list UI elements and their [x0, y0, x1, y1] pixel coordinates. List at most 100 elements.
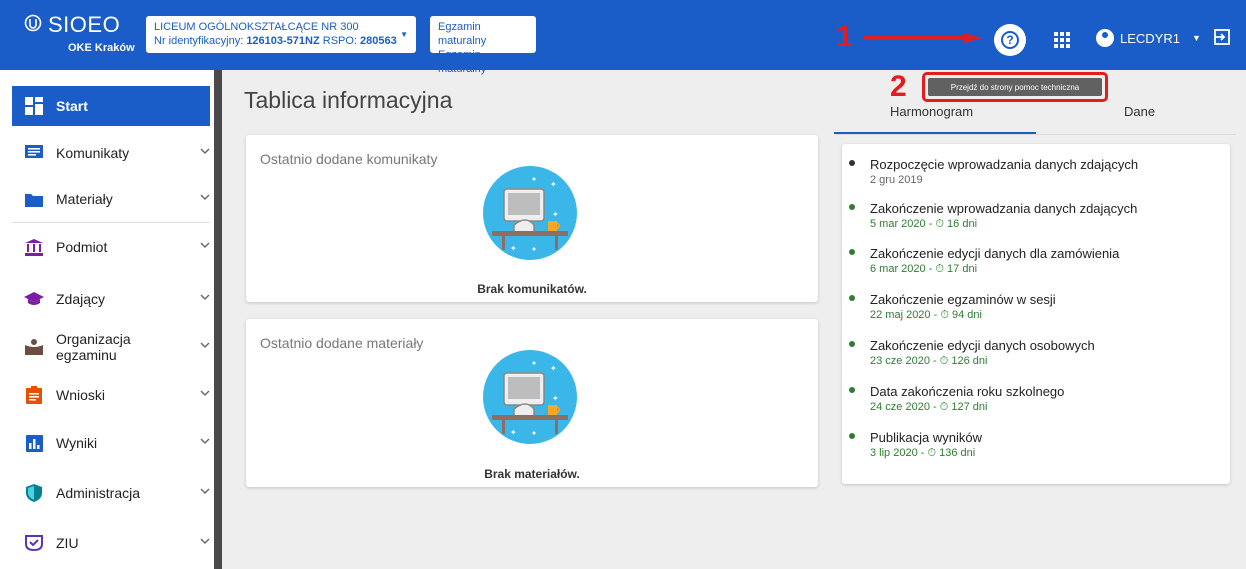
event-date: 3 lip 2020 - ⏱ 136 dni	[870, 447, 976, 459]
graduation-cap-icon	[24, 289, 44, 309]
svg-text:✦: ✦	[510, 428, 517, 437]
schedule-tabs: Harmonogram Dane	[834, 96, 1236, 136]
sidebar-item-label: Wnioski	[56, 387, 106, 403]
schedule-event: Zakończenie edycji danych dla zamówienia…	[849, 245, 1220, 277]
event-title: Data zakończenia roku szkolnego	[870, 384, 1065, 399]
user-menu[interactable]: LECDYR1 ▼	[1096, 29, 1201, 47]
exam-line2: Egzamin maturalny	[438, 49, 487, 75]
chart-icon	[24, 433, 44, 453]
svg-text:✦: ✦	[510, 244, 517, 253]
sidebar-item-podmiot[interactable]: Podmiot	[12, 224, 210, 270]
event-date: 24 cze 2020 - ⏱ 127 dni	[870, 401, 988, 413]
annotation-arrow	[864, 33, 982, 43]
sidebar-item-komunikaty[interactable]: Komunikaty	[12, 130, 210, 176]
event-date: 23 cze 2020 - ⏱ 126 dni	[870, 355, 988, 367]
tab-dane[interactable]: Dane	[1124, 104, 1155, 119]
status-dot	[849, 433, 855, 439]
event-title: Zakończenie egzaminów w sesji	[870, 292, 1056, 307]
message-icon	[24, 143, 44, 163]
dashboard-icon	[24, 96, 44, 116]
help-tooltip: Przejdź do strony pomoc techniczna	[928, 78, 1102, 96]
logout-button[interactable]	[1213, 28, 1231, 51]
chevron-down-icon	[200, 194, 210, 200]
sidebar-item-start[interactable]: Start	[12, 86, 210, 126]
status-dot	[849, 387, 855, 393]
chevron-down-icon	[200, 242, 210, 248]
apps-grid-icon[interactable]	[1054, 32, 1070, 48]
chevron-down-icon	[200, 488, 210, 494]
card-empty-message: Brak materiałów.	[484, 467, 580, 481]
top-bar: SIOEO OKE Kraków LICEUM OGÓLNOKSZTAŁCĄCE…	[0, 0, 1246, 75]
event-title: Zakończenie edycji danych dla zamówienia	[870, 246, 1120, 261]
svg-text:✦: ✦	[552, 210, 559, 219]
chevron-down-icon	[200, 438, 210, 444]
chevron-down-icon	[200, 294, 210, 300]
chevron-down-icon	[200, 390, 210, 396]
page-title: Tablica informacyjna	[244, 87, 453, 113]
institution-icon	[24, 237, 44, 257]
sidebar-item-label: Komunikaty	[56, 145, 130, 161]
sidebar-item-organizacja-egzaminu[interactable]: Organizacja egzaminu	[12, 324, 210, 370]
exam-selector[interactable]: Egzamin maturalny Egzamin maturalny	[430, 16, 536, 75]
sidebar: Start Komunikaty Materiały Podmiot Zdają…	[0, 70, 222, 569]
chevron-down-icon	[200, 538, 210, 544]
messages-card: Ostatnio dodane komunikaty ✦ ✦ ✦ Brak ko…	[246, 135, 818, 302]
school-ids: Nr identyfikacyjny: 126103-571NZ RSPO: 2…	[154, 35, 397, 47]
status-dot	[849, 295, 855, 301]
status-dot	[849, 204, 855, 210]
app-brand: SIOEO	[48, 12, 121, 37]
sidebar-item-label: Start	[56, 98, 88, 114]
card-title: Ostatnio dodane materiały	[260, 335, 424, 351]
sidebar-item-ziu[interactable]: ZIU	[12, 520, 210, 566]
svg-text:✦: ✦	[552, 394, 559, 403]
school-selector[interactable]: LICEUM OGÓLNOKSZTAŁCĄCE NR 300 Nr identy…	[146, 16, 416, 53]
tabs-divider	[834, 134, 1236, 135]
materials-card: Ostatnio dodane materiały ✦ ✦ ✦ Brak mat…	[246, 319, 818, 487]
status-dot	[849, 249, 855, 255]
sidebar-item-zdajacy[interactable]: Zdający	[12, 276, 210, 322]
event-date: 2 gru 2019	[870, 174, 923, 186]
event-title: Rozpoczęcie wprowadzania danych zdającyc…	[870, 157, 1139, 172]
svg-text:✦: ✦	[550, 364, 557, 373]
schedule-event: Zakończenie egzaminów w sesji 22 maj 202…	[849, 291, 1220, 323]
app-brand-sub: OKE Kraków	[68, 42, 135, 54]
empty-desk-illustration: ✦ ✦ ✦	[483, 166, 577, 260]
help-icon: ?	[1001, 31, 1019, 49]
schedule-card: Rozpoczęcie wprowadzania danych zdającyc…	[842, 144, 1230, 484]
schedule-event: Data zakończenia roku szkolnego 24 cze 2…	[849, 383, 1220, 415]
tab-harmonogram[interactable]: Harmonogram	[890, 104, 973, 119]
status-dot	[849, 341, 855, 347]
user-caret-icon: ▼	[1191, 33, 1201, 43]
folder-icon	[24, 189, 44, 209]
event-title: Zakończenie wprowadzania danych zdającyc…	[870, 201, 1138, 216]
chevron-down-icon	[200, 342, 210, 348]
sidebar-item-label: Materiały	[56, 191, 113, 207]
sidebar-item-wyniki[interactable]: Wyniki	[12, 420, 210, 466]
school-rspo: 280563	[360, 35, 397, 47]
sidebar-item-wnioski[interactable]: Wnioski	[12, 372, 210, 418]
annotation-number-1: 1	[836, 20, 853, 53]
schedule-event: Zakończenie wprowadzania danych zdającyc…	[849, 200, 1220, 232]
svg-text:✦: ✦	[550, 180, 557, 189]
sidebar-divider	[12, 222, 210, 223]
school-name: LICEUM OGÓLNOKSZTAŁCĄCE NR 300	[154, 21, 359, 33]
sidebar-item-label: Wyniki	[56, 435, 98, 451]
event-title: Zakończenie edycji danych osobowych	[870, 338, 1095, 353]
card-empty-message: Brak komunikatów.	[477, 282, 587, 296]
help-button[interactable]: ?	[994, 24, 1026, 56]
status-dot	[849, 160, 855, 166]
ziu-icon	[24, 533, 44, 553]
shield-icon	[24, 483, 44, 503]
sidebar-item-administracja[interactable]: Administracja	[12, 470, 210, 516]
user-avatar-icon	[1096, 29, 1114, 47]
school-dropdown-caret-icon[interactable]: ▼	[400, 28, 408, 42]
school-id: 126103-571NZ	[246, 35, 320, 47]
app-logo[interactable]: SIOEO OKE Kraków	[20, 8, 138, 60]
user-name: LECDYR1	[1120, 30, 1180, 46]
sidebar-item-materialy[interactable]: Materiały	[12, 176, 210, 222]
schedule-event: Publikacja wyników 3 lip 2020 - ⏱ 136 dn…	[849, 429, 1220, 461]
event-date: 22 maj 2020 - ⏱ 94 dni	[870, 309, 982, 321]
organization-icon	[24, 337, 44, 357]
event-date: 6 mar 2020 - ⏱ 17 dni	[870, 263, 978, 275]
event-title: Publikacja wyników	[870, 430, 982, 445]
